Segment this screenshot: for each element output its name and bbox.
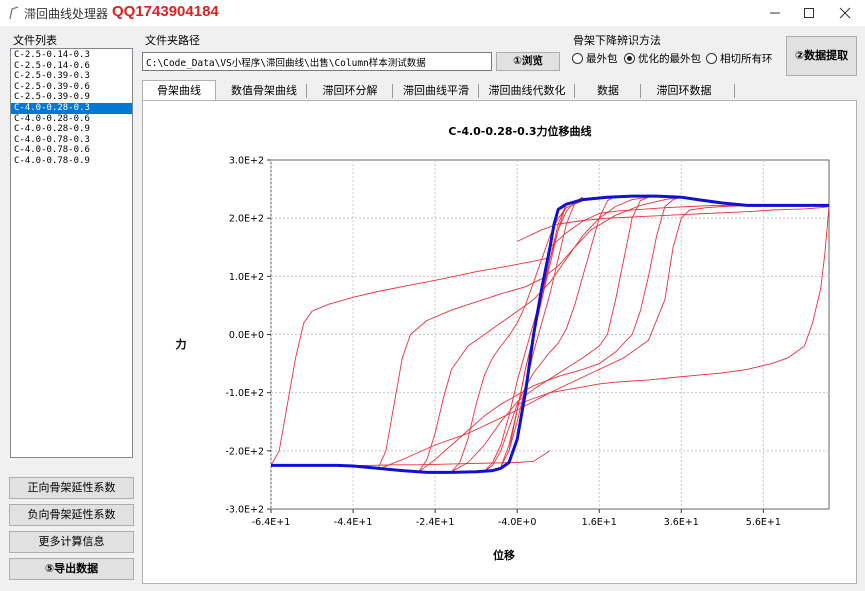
chart-title: C-4.0-0.28-0.3力位移曲线 [448,124,591,138]
app-icon [9,6,19,20]
radio-tangent-all-loops[interactable]: 相切所有环 [706,52,773,66]
radio-label: 相切所有环 [720,53,773,65]
x-tick-label: 3.6E+1 [664,517,699,528]
extract-data-button[interactable]: ②数据提取 [786,36,857,76]
negative-ductility-button[interactable]: 负向骨架延性系数 [9,504,134,526]
tab-curve-smoothing[interactable]: 滞回曲线平滑 [396,81,476,101]
window-title: 滞回曲线处理器 [24,7,109,21]
export-data-button[interactable]: ⑤导出数据 [9,558,134,580]
x-tick-label: 5.6E+1 [746,517,781,528]
more-info-button[interactable]: 更多计算信息 [9,531,134,553]
file-list-item[interactable]: C-4.0-0.28-0.3 [11,102,132,114]
tab-data[interactable]: 数据 [578,81,638,101]
force-displacement-chart: -6.4E+1 -4.4E+1 -2.4E+1 -4.0E+0 1.6E+1 3.6E+1… [176,124,830,562]
tab-separator [306,84,307,98]
maximize-icon [804,8,814,18]
tab-bar: 骨架曲线 数值骨架曲线 滞回环分解 滞回曲线平滑 滞回曲线代数化 数据 滞回环数… [140,80,740,101]
y-tick-label: 0.0E+0 [229,330,264,341]
chart-panel: -6.4E+1 -4.4E+1 -2.4E+1 -4.0E+0 1.6E+1 3.6E+1… [142,100,857,584]
radio-circle [624,53,635,64]
file-list-item[interactable]: C-2.5-0.14-0.3 [11,50,132,61]
radio-label: 优化的最外包 [638,53,701,65]
radio-optimized-envelope[interactable]: 优化的最外包 [624,52,701,66]
file-list[interactable]: C-2.5-0.14-0.3 C-2.5-0.14-0.6 C-2.5-0.39-0… [10,48,133,458]
y-axis-label: 力 [176,337,187,351]
file-list-item[interactable]: C-4.0-0.78-0.6 [11,145,132,156]
y-tick-label: 2.0E+2 [229,214,264,225]
tab-numeric-skeleton[interactable]: 数值骨架曲线 [224,81,304,101]
file-list-item[interactable]: C-4.0-0.78-0.9 [11,156,132,167]
tab-separator [640,84,641,98]
tab-separator [392,84,393,98]
title-bar: 滞回曲线处理器 QQ1743904184 [0,0,865,26]
file-list-item[interactable]: C-2.5-0.14-0.6 [11,61,132,72]
x-axis-label: 位移 [493,548,515,562]
tab-curve-algebraization[interactable]: 滞回曲线代数化 [482,81,572,101]
file-list-item[interactable]: C-2.5-0.39-0.3 [11,71,132,82]
file-list-label: 文件列表 [13,34,57,47]
file-list-item[interactable]: C-4.0-0.28-0.6 [11,114,132,125]
app-window: 滞回曲线处理器 QQ1743904184 文件列表 C-2.5-0.14-0.3… [0,0,865,591]
tab-separator [478,84,479,98]
plot-area [270,159,830,510]
file-list-item[interactable]: C-4.0-0.78-0.3 [11,135,132,146]
browse-button[interactable]: ①浏览 [496,52,560,71]
tab-loop-data[interactable]: 滞回环数据 [644,81,724,101]
x-tick-label: -4.0E+0 [498,517,537,528]
file-list-item[interactable]: C-4.0-0.28-0.9 [11,124,132,135]
y-tick-label: 3.0E+2 [229,156,264,167]
x-tick-label: -6.4E+1 [252,517,291,528]
radio-circle [706,53,717,64]
folder-path-label: 文件夹路径 [145,34,200,47]
x-tick-label: -2.4E+1 [416,517,455,528]
y-tick-label: 1.0E+2 [229,272,264,283]
x-tick-label: -4.4E+1 [334,517,373,528]
radio-selected-dot [627,56,632,61]
tab-separator [574,84,575,98]
close-button[interactable] [828,0,862,26]
y-tick-label: -2.0E+2 [225,446,264,457]
y-tick-label: -3.0E+2 [225,505,264,516]
radio-circle [572,53,583,64]
tab-separator [734,84,735,98]
radio-outer-envelope[interactable]: 最外包 [572,52,618,66]
positive-ductility-button[interactable]: 正向骨架延性系数 [9,477,134,499]
x-tick-label: 1.6E+1 [582,517,617,528]
tab-skeleton-curve[interactable]: 骨架曲线 [142,80,216,101]
minimize-button[interactable] [758,0,792,26]
close-icon [839,7,851,19]
tab-loop-decomposition[interactable]: 滞回环分解 [310,81,390,101]
file-list-item[interactable]: C-2.5-0.39-0.9 [11,92,132,103]
minimize-icon [770,12,780,14]
file-list-item[interactable]: C-2.5-0.39-0.6 [11,82,132,93]
y-tick-label: -1.0E+2 [225,388,264,399]
radio-label: 最外包 [586,53,618,65]
method-group-label: 骨架下降辨识方法 [573,34,661,47]
watermark-text: QQ1743904184 [112,3,219,20]
folder-path-input[interactable]: C:\Code_Data\VS小程序\滞回曲线\出售\Column样本测试数据 [142,52,492,71]
maximize-button[interactable] [792,0,826,26]
